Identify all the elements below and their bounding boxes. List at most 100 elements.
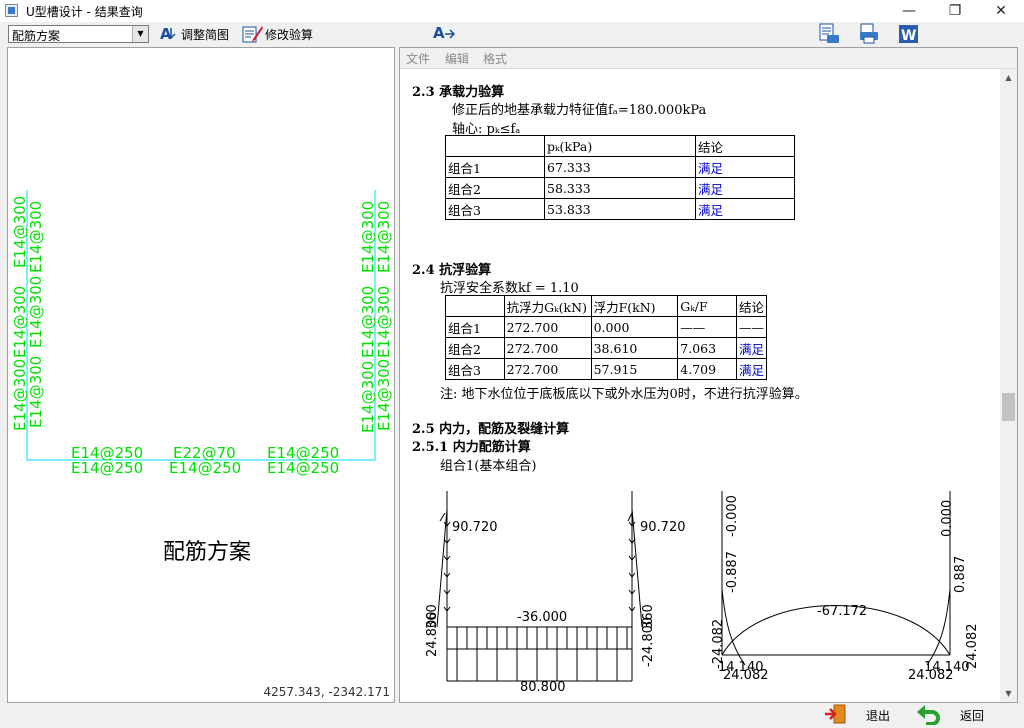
table-header-cell [445, 135, 545, 157]
scroll-down-icon[interactable]: ▼ [1000, 685, 1017, 702]
table-cell: 组合3 [445, 358, 505, 380]
menu-file[interactable]: 文件 [406, 50, 430, 67]
moment-value-mid-left: -0.887 [725, 551, 740, 593]
table-row: 组合3 53.833 满足 [445, 198, 795, 220]
exit-icon [824, 703, 848, 728]
font-size-icon[interactable]: A [432, 22, 456, 47]
minimize-button[interactable]: — [886, 0, 932, 22]
adjust-diagram-button[interactable]: A 调整简图 [158, 24, 229, 44]
table-cell: 272.700 [503, 337, 592, 359]
rebar-label-left-inner: E14@300 [27, 356, 45, 428]
rebar-label-bottom-bot: E14@250 [267, 459, 339, 477]
moment-value-mid-right: 0.887 [953, 556, 968, 593]
scheme-select-value: 配筋方案 [12, 29, 61, 43]
section-2-3-heading: 2.3 承载力验算 [412, 85, 505, 100]
rebar-label-bottom-bot: E14@250 [71, 459, 143, 477]
table-row: 组合2 58.333 满足 [445, 177, 795, 199]
status-link[interactable]: 满足 [695, 177, 795, 199]
svg-text:W: W [901, 28, 916, 44]
moment-value-left-low: -24.082 [711, 619, 726, 669]
table-cell: 4.709 [677, 358, 737, 380]
scroll-up-icon[interactable]: ▲ [1000, 69, 1017, 86]
moment-value-top-right: 0.000 [940, 500, 955, 537]
table-header-cell: 结论 [735, 295, 768, 317]
table-header-cell: Gₖ/F [677, 295, 737, 317]
status-link[interactable]: 满足 [695, 198, 795, 220]
table-cell: —— [735, 316, 768, 338]
svg-text:A: A [433, 24, 445, 42]
chevron-down-icon[interactable]: ▼ [132, 26, 148, 42]
app-icon [5, 4, 18, 17]
status-link[interactable]: 满足 [695, 156, 795, 178]
status-link[interactable]: 满足 [735, 337, 768, 359]
table-row: 组合2 272.700 38.610 7.063 满足 [445, 337, 768, 359]
print-preview-icon[interactable] [818, 23, 840, 48]
rebar-label-right-outer: E14@300 [375, 359, 393, 431]
section-2-4-heading: 2.4 抗浮验算 [412, 263, 492, 278]
rebar-diagram: E14@300 E14@300 E14@300 E14@300 E14@300 … [11, 190, 393, 477]
table-header-cell: 抗浮力Gₖ(kN) [503, 295, 592, 317]
load-value-right-mid: 360 [641, 604, 656, 629]
back-button[interactable]: 返回 [916, 704, 984, 726]
rebar-label-bottom-bot: E14@250 [169, 459, 241, 477]
table-cell: 272.700 [503, 358, 592, 380]
status-link[interactable]: 满足 [735, 358, 768, 380]
table-cell: 0.000 [590, 316, 679, 338]
bearing-table: pₖ(kPa) 结论 组合1 67.333 满足 组合2 58.333 满足 组… [445, 135, 795, 220]
anti-float-note: 注: 地下水位位于底板底以下或外水压为0时，不进行抗浮验算。 [440, 387, 808, 402]
drawing-caption: 配筋方案 [163, 540, 252, 565]
table-header-row: pₖ(kPa) 结论 [445, 135, 795, 157]
load-value-left-mid: 360 [425, 604, 440, 629]
table-cell: 组合1 [445, 316, 505, 338]
table-cell: 组合3 [445, 198, 545, 220]
load-value-bottom: 80.800 [520, 680, 566, 695]
rebar-label-left-inner: E14@300 [27, 276, 45, 348]
report-document[interactable]: 2.3 承载力验算 修正后的地基承载力特征值fₐ=180.000kPa 轴心: … [400, 69, 1000, 702]
rebar-label-right-outer: E14@300 [375, 286, 393, 358]
scheme-select[interactable]: 配筋方案 ▼ [8, 25, 149, 43]
section-2-5-heading: 2.5 内力，配筋及裂缝计算 [412, 422, 570, 437]
table-header-cell [445, 295, 505, 317]
report-scrollbar[interactable]: ▲ ▼ [1000, 69, 1017, 702]
table-cell: —— [677, 316, 737, 338]
word-export-icon[interactable]: W [898, 23, 920, 48]
title-bar: U型槽设计 - 结果查询 — ❐ ✕ [0, 0, 1024, 22]
back-arrow-icon [916, 703, 942, 728]
adjust-diagram-label: 调整简图 [181, 27, 230, 42]
menu-format[interactable]: 格式 [483, 50, 507, 67]
table-header-cell: 浮力F(kN) [590, 295, 679, 317]
bearing-capacity-line: 修正后的地基承载力特征值fₐ=180.000kPa [452, 103, 707, 118]
close-button[interactable]: ✕ [978, 0, 1024, 22]
edit-document-icon [242, 24, 263, 44]
table-cell: 67.333 [544, 156, 696, 178]
table-header-cell: pₖ(kPa) [544, 135, 696, 157]
rebar-label-left-inner: E14@300 [27, 201, 45, 273]
window-title: U型槽设计 - 结果查询 [26, 5, 143, 19]
report-panel: 文件 编辑 格式 2.3 承载力验算 修正后的地基承载力特征值fₐ=180.00… [399, 47, 1018, 703]
table-row: 组合3 272.700 57.915 4.709 满足 [445, 358, 768, 380]
table-cell: 7.063 [677, 337, 737, 359]
table-header-row: 抗浮力Gₖ(kN) 浮力F(kN) Gₖ/F 结论 [445, 295, 768, 317]
load-value-mid: -36.000 [517, 610, 567, 625]
cursor-coordinates: 4257.343, -2342.171 [263, 685, 390, 699]
print-icon[interactable] [858, 23, 880, 48]
report-menubar: 文件 编辑 格式 [400, 48, 1017, 69]
restore-button[interactable]: ❐ [932, 0, 978, 22]
exit-button[interactable]: 退出 [824, 704, 890, 726]
moment-value-right-low: 24.082 [965, 624, 980, 670]
back-label: 返回 [960, 708, 985, 723]
load-value-top-right: 90.720 [640, 520, 686, 535]
table-cell: 57.915 [590, 358, 679, 380]
moment-value-top-left: -0.000 [725, 495, 740, 537]
table-cell: 272.700 [503, 316, 592, 338]
section-2-5-1-heading: 2.5.1 内力配筋计算 [412, 440, 531, 455]
modify-check-button[interactable]: 修改验算 [242, 24, 313, 44]
scrollbar-thumb[interactable] [1002, 393, 1015, 421]
load-value-top-left: 90.720 [452, 520, 498, 535]
table-row: 组合1 272.700 0.000 —— —— [445, 316, 768, 338]
menu-edit[interactable]: 编辑 [445, 50, 469, 67]
exit-label: 退出 [866, 708, 891, 723]
table-cell: 53.833 [544, 198, 696, 220]
rebar-drawing-panel[interactable]: E14@300 E14@300 E14@300 E14@300 E14@300 … [7, 47, 395, 703]
table-cell: 组合2 [445, 177, 545, 199]
